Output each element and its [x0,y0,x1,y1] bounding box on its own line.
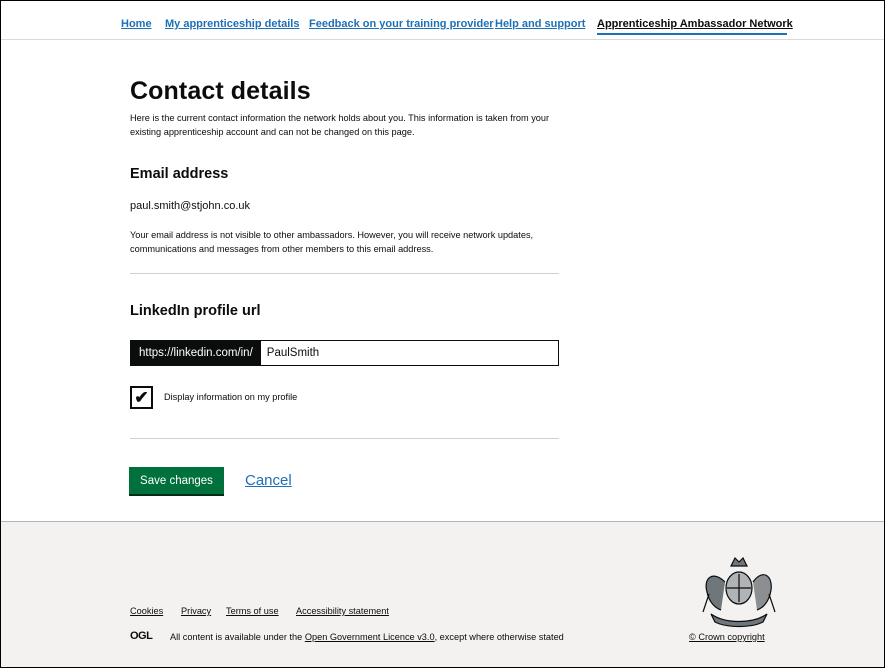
section-divider [130,273,559,274]
top-navigation: Home My apprenticeship details Feedback … [1,1,884,40]
cancel-link[interactable]: Cancel [245,472,292,489]
nav-help-and-support[interactable]: Help and support [495,18,585,30]
display-profile-checkbox[interactable]: ✔ [130,386,153,409]
licence-prefix: All content is available under the [170,632,305,642]
nav-apprenticeship-ambassador-network[interactable]: Apprenticeship Ambassador Network [597,18,793,30]
licence-text: All content is available under the Open … [170,632,564,642]
email-note: Your email address is not visible to oth… [130,230,534,254]
save-changes-button[interactable]: Save changes [129,467,224,494]
linkedin-url-prefix: https://linkedin.com/in/ [131,341,261,365]
footer-link-cookies[interactable]: Cookies [130,606,163,616]
footer-link-accessibility-statement[interactable]: Accessibility statement [296,606,389,616]
nav-active-indicator [597,33,787,35]
display-profile-label: Display information on my profile [164,392,298,402]
ogl-logo: OGL [130,630,153,642]
licence-suffix: , except where otherwise stated [434,632,564,642]
crown-copyright-link[interactable]: © Crown copyright [689,632,765,642]
page-frame: Home My apprenticeship details Feedback … [0,0,885,668]
page-intro: Here is the current contact information … [130,113,550,137]
footer: Cookies Privacy Terms of use Accessibili… [1,521,884,667]
footer-link-privacy[interactable]: Privacy [181,606,211,616]
licence-link[interactable]: Open Government Licence v3.0 [305,632,435,642]
section-divider [130,438,559,439]
linkedin-url-input[interactable] [260,341,558,365]
page-title: Contact details [130,77,311,105]
royal-coat-of-arms-icon [702,556,776,628]
checkmark-icon: ✔ [134,388,149,407]
linkedin-url-field: https://linkedin.com/in/ [130,340,559,366]
nav-my-apprenticeship-details[interactable]: My apprenticeship details [165,18,299,30]
linkedin-heading: LinkedIn profile url [130,303,261,319]
email-value: paul.smith@stjohn.co.uk [130,200,251,212]
nav-feedback-training-provider[interactable]: Feedback on your training provider [309,18,494,30]
email-heading: Email address [130,166,229,182]
nav-home[interactable]: Home [121,18,152,30]
footer-link-terms-of-use[interactable]: Terms of use [226,606,279,616]
